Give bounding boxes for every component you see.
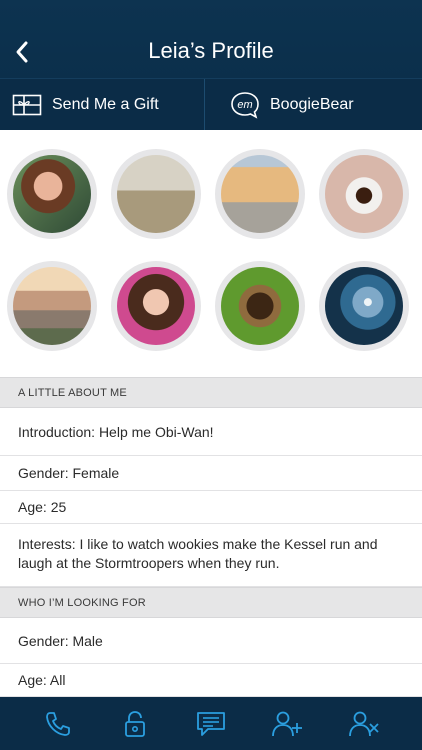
looking-for-gender: Gender: Male bbox=[0, 618, 422, 664]
message-button[interactable] bbox=[191, 704, 231, 744]
unlock-button[interactable] bbox=[115, 704, 155, 744]
remove-user-icon bbox=[348, 711, 379, 736]
photo-gallery bbox=[0, 130, 422, 378]
profile-photo-5[interactable] bbox=[7, 261, 97, 351]
gift-icon bbox=[12, 94, 42, 115]
em-chat-icon: em bbox=[231, 91, 259, 119]
about-gender: Gender: Female bbox=[0, 456, 422, 491]
action-bar: Send Me a Gift em BoogieBear bbox=[0, 78, 422, 130]
header-bar: Leia’s Profile bbox=[0, 0, 422, 78]
add-friend-button[interactable] bbox=[267, 704, 307, 744]
page-title: Leia’s Profile bbox=[148, 38, 274, 63]
call-button[interactable] bbox=[38, 704, 78, 744]
bottom-tab-bar bbox=[0, 697, 422, 750]
svg-text:em: em bbox=[237, 99, 252, 111]
username-label: BoogieBear bbox=[270, 95, 354, 113]
profile-photo-8[interactable] bbox=[319, 261, 409, 351]
remove-friend-button[interactable] bbox=[344, 704, 384, 744]
profile-photo-4[interactable] bbox=[319, 149, 409, 239]
chat-icon bbox=[197, 711, 225, 736]
send-gift-label: Send Me a Gift bbox=[52, 95, 159, 113]
looking-for-age: Age: All bbox=[0, 664, 422, 697]
about-age: Age: 25 bbox=[0, 491, 422, 524]
about-introduction: Introduction: Help me Obi-Wan! bbox=[0, 408, 422, 456]
unlock-icon bbox=[124, 710, 145, 737]
send-gift-button[interactable]: Send Me a Gift bbox=[0, 79, 205, 130]
username-button[interactable]: em BoogieBear bbox=[205, 79, 422, 130]
profile-photo-6[interactable] bbox=[111, 261, 201, 351]
about-interests: Interests: I like to watch wookies make … bbox=[0, 524, 422, 587]
add-user-icon bbox=[272, 711, 303, 736]
profile-photo-3[interactable] bbox=[215, 149, 305, 239]
profile-photo-1[interactable] bbox=[7, 149, 97, 239]
about-section-header: A LITTLE ABOUT ME bbox=[0, 377, 422, 408]
looking-for-section-header: WHO I’M LOOKING FOR bbox=[0, 587, 422, 618]
phone-icon bbox=[46, 711, 71, 736]
profile-photo-2[interactable] bbox=[111, 149, 201, 239]
profile-photo-7[interactable] bbox=[215, 261, 305, 351]
